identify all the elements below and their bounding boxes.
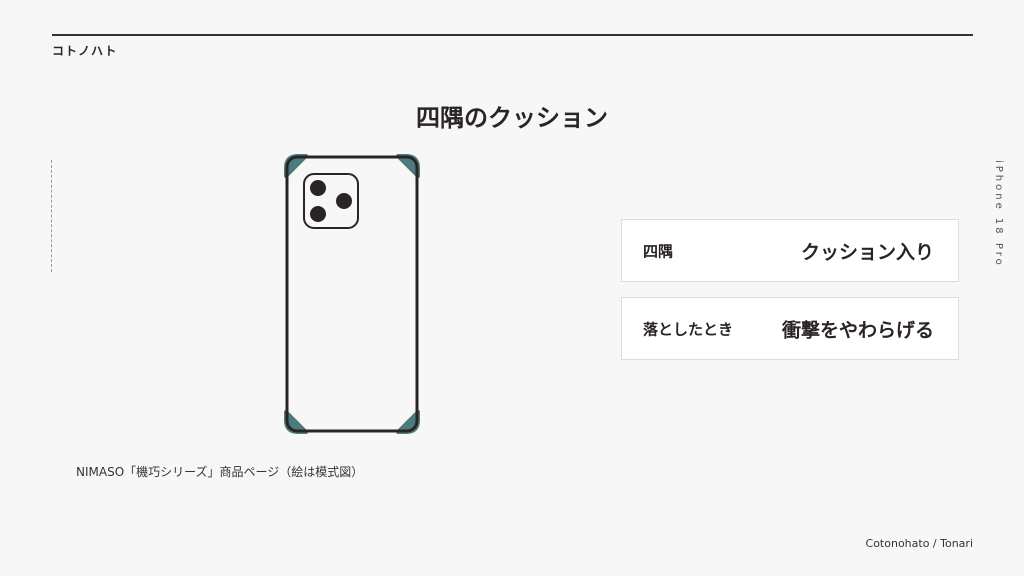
camera-lens <box>336 193 352 209</box>
side-product-label: iPhone 18 Pro <box>993 160 1004 268</box>
brand-label: コトノハト <box>52 44 118 58</box>
feature-card-label: 四隅 <box>643 242 674 260</box>
feature-card-drop: 落としたとき 衝撃をやわらげる <box>621 297 959 360</box>
camera-lens <box>310 180 326 196</box>
phone-case-diagram <box>284 154 420 434</box>
footer-credit: Cotonohato / Tonari <box>865 537 973 550</box>
page-title: 四隅のクッション <box>416 104 608 132</box>
camera-lens <box>310 206 326 222</box>
feature-card-corners: 四隅 クッション入り <box>621 219 959 282</box>
feature-card-label: 落としたとき <box>643 320 734 338</box>
phone-outline <box>285 155 419 433</box>
feature-card-value: クッション入り <box>800 241 934 263</box>
left-dashed-line <box>51 160 52 272</box>
feature-card-value: 衝撃をやわらげる <box>781 319 934 341</box>
source-caption: NIMASO「機巧シリーズ」商品ページ（絵は模式図） <box>76 465 364 479</box>
top-divider <box>52 34 973 36</box>
